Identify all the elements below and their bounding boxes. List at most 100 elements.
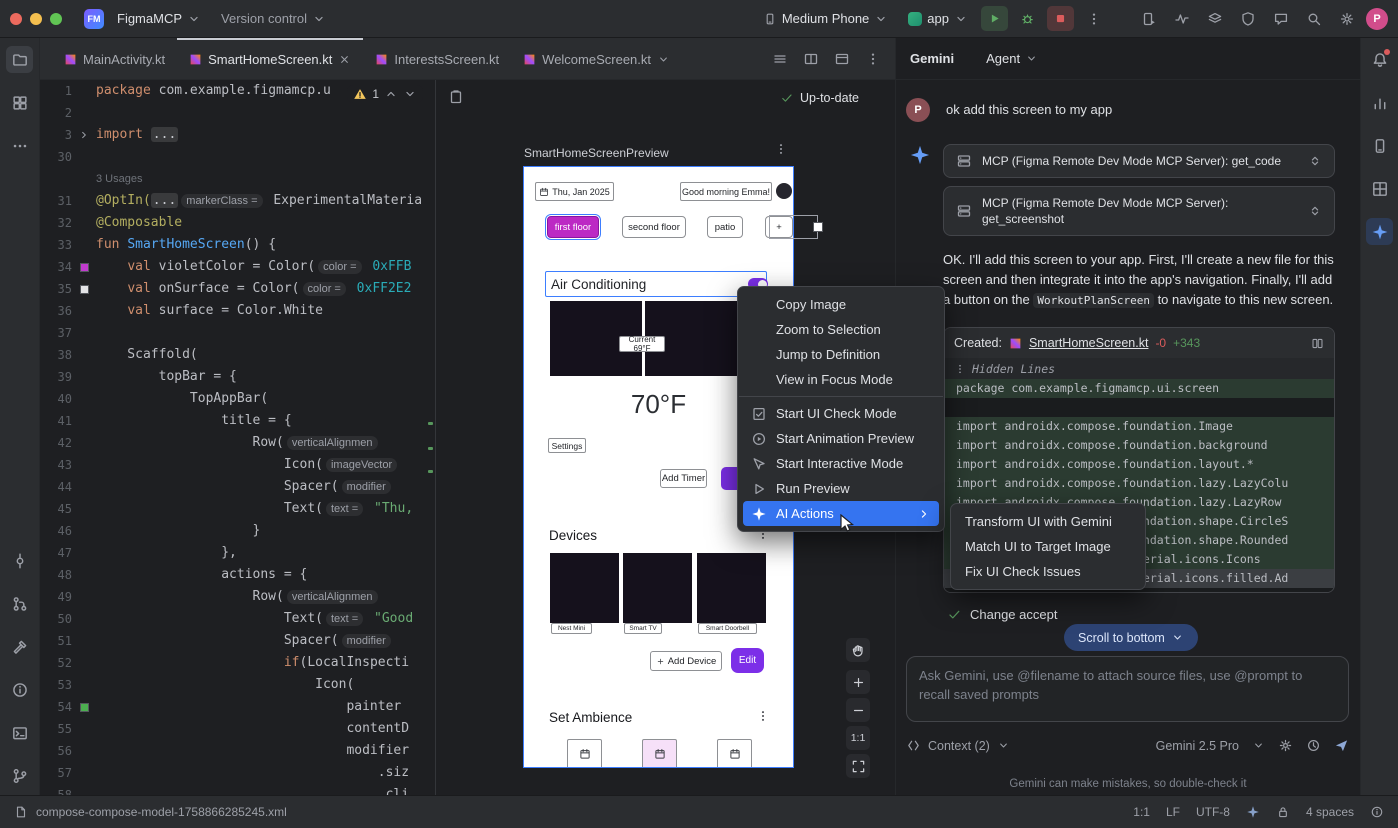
commit-button[interactable] bbox=[6, 547, 33, 574]
ambience-tile[interactable] bbox=[567, 739, 602, 768]
lock-icon[interactable] bbox=[1276, 805, 1290, 819]
tool-call-card[interactable]: MCP (Figma Remote Dev Mode MCP Server): … bbox=[943, 144, 1335, 178]
device-image[interactable] bbox=[550, 553, 619, 623]
inspections-widget[interactable]: 1 bbox=[347, 85, 423, 103]
editor-layout-icon[interactable] bbox=[834, 51, 850, 67]
zoom-to-fit-button[interactable] bbox=[846, 754, 870, 778]
user-avatar[interactable]: P bbox=[1366, 8, 1388, 30]
line-separator[interactable]: LF bbox=[1166, 805, 1180, 819]
tab-agent[interactable]: Agent bbox=[986, 51, 1038, 66]
menu-item[interactable]: Jump to Definition bbox=[743, 342, 939, 367]
model-selector[interactable]: Gemini 2.5 Pro bbox=[1156, 739, 1239, 753]
chevron-down-icon[interactable] bbox=[403, 87, 417, 101]
chevron-up-icon[interactable] bbox=[384, 87, 398, 101]
history-icon[interactable] bbox=[1306, 738, 1321, 753]
search-everywhere-button[interactable] bbox=[1300, 6, 1327, 32]
more-vertical-icon[interactable] bbox=[774, 142, 788, 156]
profiler-button[interactable] bbox=[1366, 89, 1393, 116]
color-swatch[interactable] bbox=[80, 263, 89, 272]
settings-button[interactable] bbox=[1333, 6, 1360, 32]
problems-button[interactable] bbox=[6, 676, 33, 703]
menu-item-start-ui-check-mode[interactable]: Start UI Check Mode bbox=[743, 401, 939, 426]
open-diff-icon[interactable] bbox=[1311, 337, 1324, 350]
caret-position[interactable]: 1:1 bbox=[1133, 805, 1150, 819]
scroll-to-bottom-button[interactable]: Scroll to bottom bbox=[1064, 624, 1198, 651]
settings-label[interactable]: Settings bbox=[548, 438, 586, 453]
device-mirroring-button[interactable] bbox=[1135, 6, 1162, 32]
profiler-button[interactable] bbox=[1168, 6, 1195, 32]
gemini-status-icon[interactable] bbox=[1246, 805, 1260, 819]
close-window-button[interactable] bbox=[10, 13, 22, 25]
expand-icon[interactable] bbox=[1308, 154, 1322, 168]
chevron-down-icon[interactable] bbox=[657, 53, 670, 66]
ambience-tile[interactable] bbox=[642, 739, 677, 768]
gemini-chat-button[interactable] bbox=[1267, 6, 1294, 32]
terminal-button[interactable] bbox=[6, 719, 33, 746]
notifications-button[interactable] bbox=[1366, 46, 1393, 73]
gear-icon[interactable] bbox=[1278, 738, 1293, 753]
status-file-path[interactable]: compose-compose-model-1758866285245.xml bbox=[14, 805, 287, 819]
menu-item[interactable]: View in Focus Mode bbox=[743, 367, 939, 392]
zoom-in-button[interactable] bbox=[846, 670, 870, 694]
more-toolwindows-button[interactable] bbox=[6, 132, 33, 159]
menu-item-run-preview[interactable]: Run Preview bbox=[743, 476, 939, 501]
submenu-item-transform-ui-with-gemini[interactable]: Transform UI with Gemini bbox=[956, 509, 1140, 534]
file-encoding[interactable]: UTF-8 bbox=[1196, 805, 1230, 819]
maximize-window-button[interactable] bbox=[50, 13, 62, 25]
editor-tab[interactable]: MainActivity.kt bbox=[52, 38, 177, 79]
resource-manager-button[interactable] bbox=[6, 89, 33, 116]
run-button[interactable] bbox=[981, 6, 1008, 31]
floor-chip[interactable]: first floor bbox=[547, 216, 599, 238]
stop-button[interactable] bbox=[1047, 6, 1074, 31]
indent-setting[interactable]: 4 spaces bbox=[1306, 805, 1354, 819]
menu-item-start-animation-preview[interactable]: Start Animation Preview bbox=[743, 426, 939, 451]
context-button[interactable]: Context (2) bbox=[928, 739, 990, 753]
expand-icon[interactable] bbox=[1308, 204, 1322, 218]
floor-chip[interactable]: patio bbox=[707, 216, 743, 238]
app-insights-button[interactable] bbox=[1234, 6, 1261, 32]
tool-call-card[interactable]: MCP (Figma Remote Dev Mode MCP Server): … bbox=[943, 186, 1335, 236]
device-image[interactable] bbox=[697, 553, 766, 623]
code-editor[interactable]: 1package com.example.figmamcp.u23import … bbox=[40, 80, 435, 795]
editor-tab[interactable]: SmartHomeScreen.kt bbox=[177, 38, 363, 79]
vcs-widget[interactable]: Version control bbox=[214, 8, 333, 29]
menu-item[interactable]: Zoom to Selection bbox=[743, 317, 939, 342]
submenu-item-match-ui-to-target-image[interactable]: Match UI to Target Image bbox=[956, 534, 1140, 559]
run-configuration-selector[interactable]: app bbox=[901, 8, 975, 29]
menu-item-start-interactive-mode[interactable]: Start Interactive Mode bbox=[743, 451, 939, 476]
preview-title[interactable]: SmartHomeScreenPreview bbox=[524, 146, 669, 160]
pan-tool-button[interactable] bbox=[846, 638, 870, 662]
add-timer-button[interactable]: Add Timer bbox=[660, 469, 707, 488]
edit-button[interactable]: Edit bbox=[731, 648, 764, 673]
profile-avatar[interactable] bbox=[776, 183, 792, 199]
running-devices-button[interactable] bbox=[1366, 132, 1393, 159]
preview-tools-icon[interactable] bbox=[448, 89, 464, 105]
created-file-link[interactable]: SmartHomeScreen.kt bbox=[1029, 336, 1148, 350]
editor-tab[interactable]: InterestsScreen.kt bbox=[363, 38, 511, 79]
menu-item[interactable]: Copy Image bbox=[743, 292, 939, 317]
device-image[interactable] bbox=[623, 553, 692, 623]
zoom-out-button[interactable] bbox=[846, 698, 870, 722]
editor-tab[interactable]: WelcomeScreen.kt bbox=[511, 38, 682, 79]
build-variants-button[interactable] bbox=[1201, 6, 1228, 32]
selection-resize-handle[interactable] bbox=[813, 222, 823, 232]
prompt-input[interactable] bbox=[907, 657, 1348, 721]
more-vertical-icon[interactable] bbox=[865, 51, 881, 67]
more-run-actions-button[interactable] bbox=[1080, 6, 1107, 32]
ambience-tile[interactable] bbox=[717, 739, 752, 768]
tab-list-icon[interactable] bbox=[772, 51, 788, 67]
project-button[interactable] bbox=[6, 46, 33, 73]
add-device-button[interactable]: Add Device bbox=[650, 651, 722, 671]
close-icon[interactable] bbox=[338, 53, 351, 66]
more-vertical-icon[interactable] bbox=[756, 709, 770, 723]
debug-button[interactable] bbox=[1014, 6, 1041, 31]
layout-inspector-button[interactable] bbox=[1366, 175, 1393, 202]
floor-chip[interactable]: second floor bbox=[622, 216, 686, 238]
info-icon[interactable] bbox=[1370, 805, 1384, 819]
device-selector[interactable]: Medium Phone bbox=[756, 8, 895, 29]
submenu-item-fix-ui-check-issues[interactable]: Fix UI Check Issues bbox=[956, 559, 1140, 584]
color-swatch[interactable] bbox=[80, 285, 89, 294]
split-editor-icon[interactable] bbox=[803, 51, 819, 67]
project-selector[interactable]: FigmaMCP bbox=[110, 8, 208, 29]
build-button[interactable] bbox=[6, 633, 33, 660]
